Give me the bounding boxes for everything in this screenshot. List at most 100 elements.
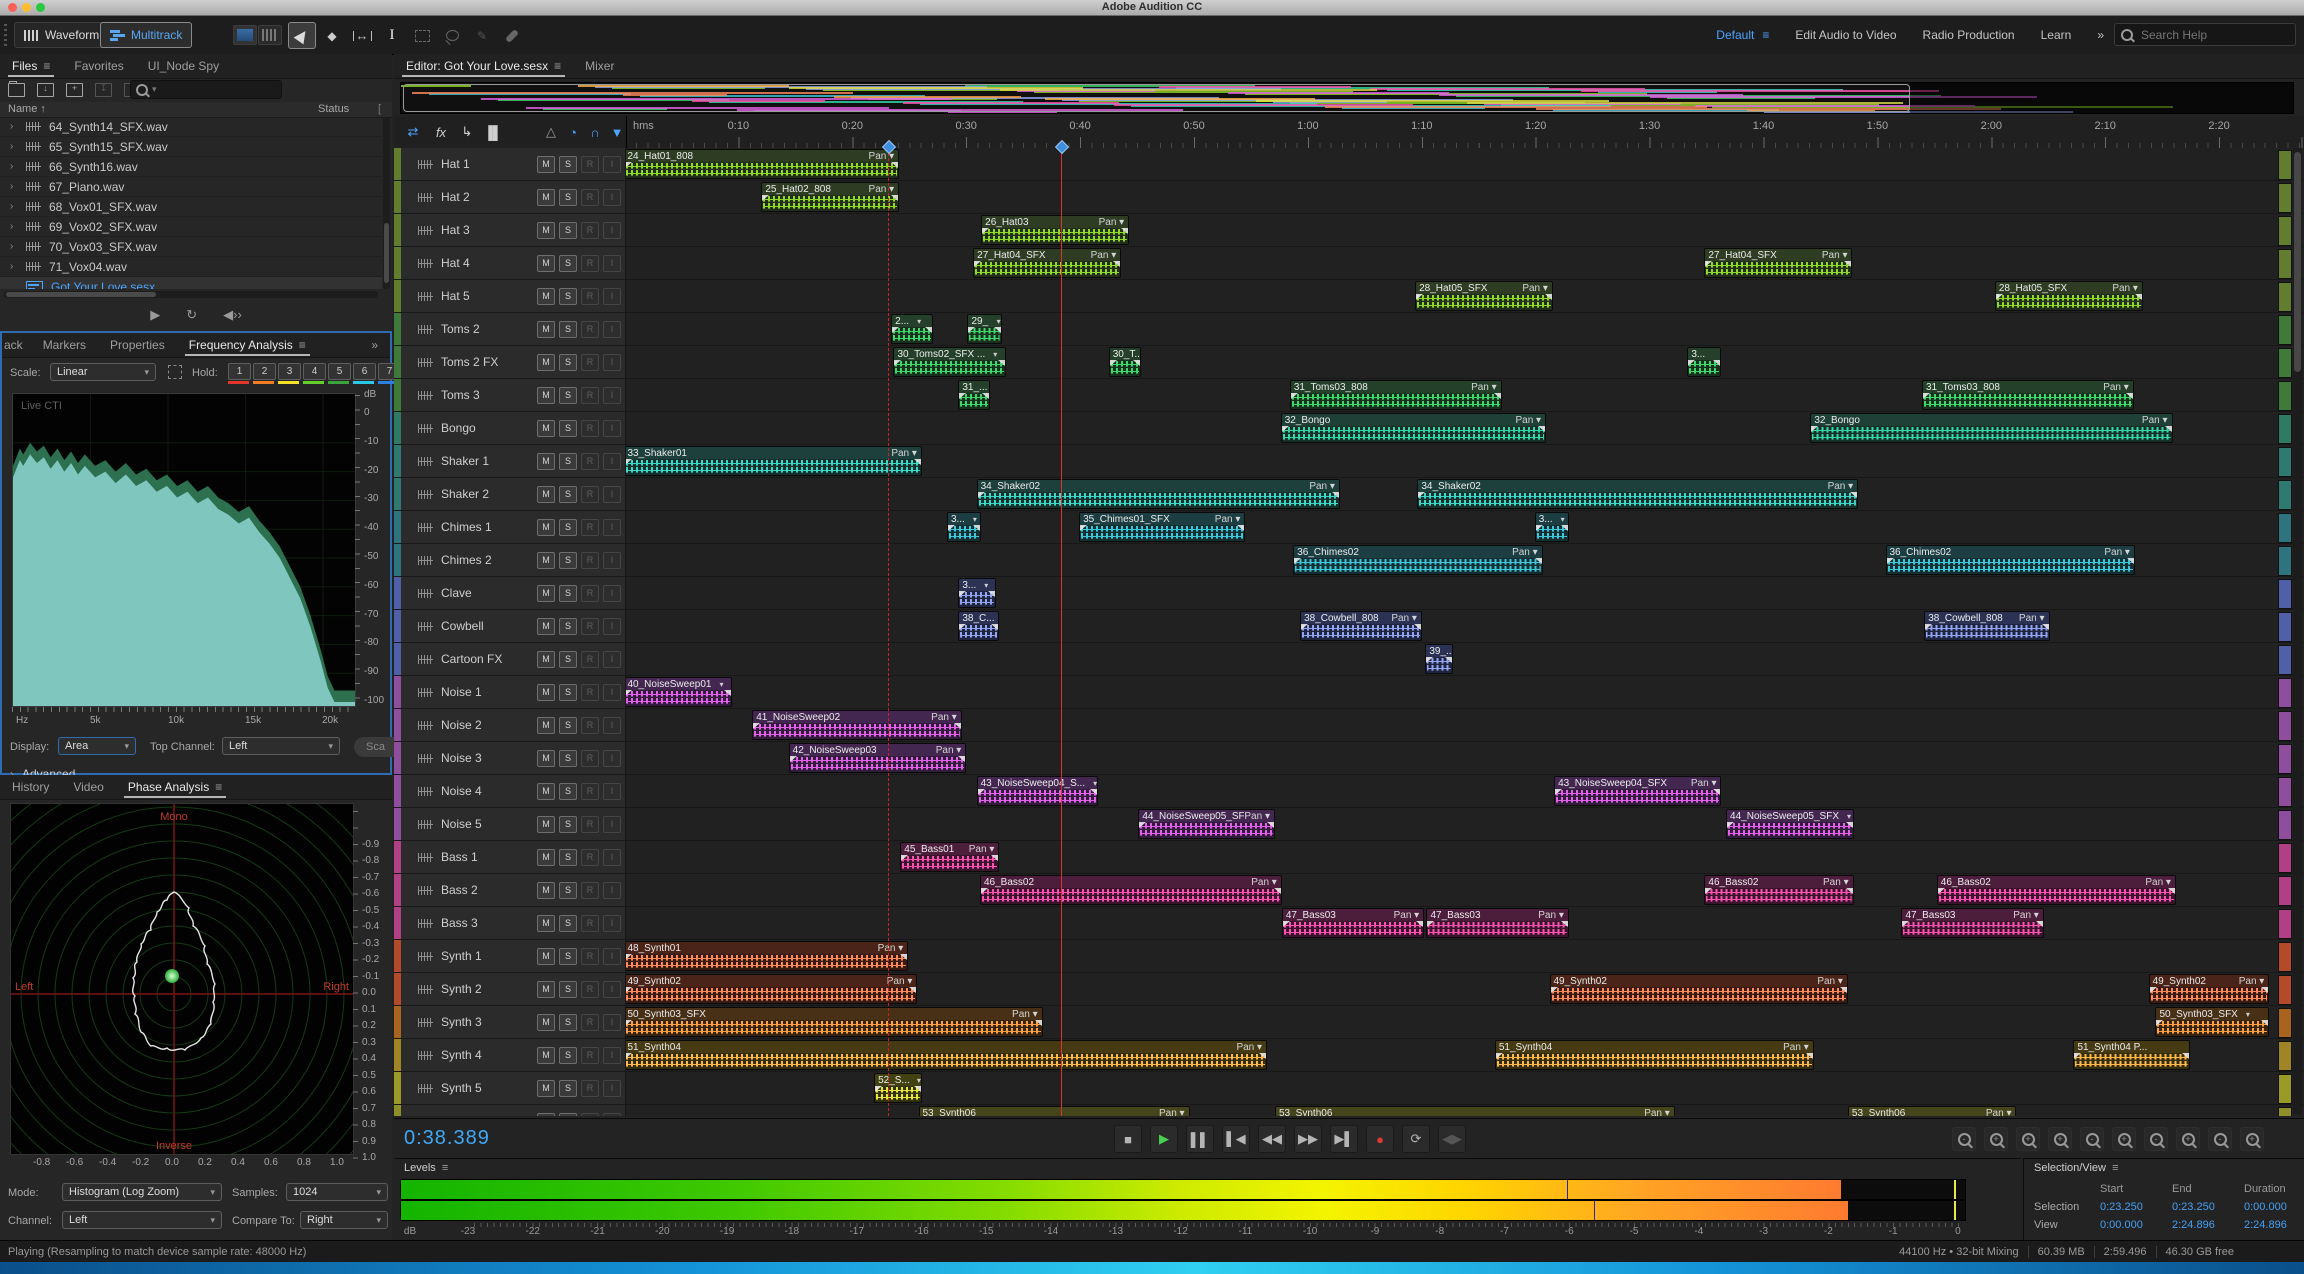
snap-magnet-icon[interactable]: ∩	[584, 123, 606, 141]
clip-pan-control[interactable]: Pan ▾	[1309, 481, 1339, 492]
toolbar-grip[interactable]	[4, 24, 7, 46]
zoom-in-horizontal-button[interactable]: +	[2112, 1127, 2136, 1151]
input-monitor-button[interactable]: I	[603, 750, 621, 767]
record-arm-button[interactable]: R	[581, 255, 599, 272]
fade-out-handle[interactable]	[2126, 393, 2133, 399]
track-lane[interactable]: 3...▾	[626, 577, 2270, 609]
fade-out-handle[interactable]	[2036, 921, 2043, 927]
solo-button[interactable]: S	[559, 1014, 577, 1031]
clip-pan-control[interactable]: Pan ▾	[1644, 1108, 1674, 1117]
open-file-icon[interactable]	[8, 83, 25, 97]
zoom-out-at-in-point-button[interactable]: -	[2080, 1127, 2104, 1151]
mode-dropdown[interactable]: Histogram (Log Zoom)▾	[62, 1183, 222, 1201]
spot-healing-brush-tool[interactable]	[498, 22, 526, 49]
audio-clip[interactable]: 33_Shaker01Pan ▾	[626, 446, 922, 476]
track-lane[interactable]: 31_...31_Toms03_808Pan ▾31_Toms03_808Pan…	[626, 379, 2270, 411]
clip-pan-control[interactable]: Pan ▾	[869, 151, 899, 162]
fade-out-handle[interactable]	[1259, 1053, 1266, 1059]
hold-button-6[interactable]: 6	[353, 363, 376, 384]
marquee-selection-tool[interactable]	[408, 22, 436, 49]
fade-out-handle[interactable]	[2135, 294, 2142, 300]
clip-pan-control[interactable]: Pan ▾	[1515, 415, 1545, 426]
move-tool[interactable]	[288, 22, 316, 49]
files-column-header[interactable]: Name ↑ Status [	[0, 102, 392, 118]
audio-clip[interactable]: 49_Synth02Pan ▾	[626, 974, 917, 1004]
record-arm-button[interactable]: R	[581, 321, 599, 338]
file-row[interactable]: ›69_Vox02_SFX.wav	[0, 217, 382, 237]
overview-view-box[interactable]	[403, 84, 1910, 112]
fade-in-handle[interactable]	[1418, 492, 1425, 498]
audio-clip[interactable]: 47_Bass03Pan ▾	[1282, 908, 1424, 938]
fade-out-handle[interactable]	[1535, 558, 1542, 564]
fade-in-handle[interactable]	[1496, 1053, 1503, 1059]
solo-button[interactable]: S	[559, 981, 577, 998]
audio-clip[interactable]: 45_Bass01Pan ▾	[900, 842, 999, 872]
move-to-next-button[interactable]: ▶▌	[1330, 1125, 1358, 1153]
mute-button[interactable]: M	[537, 1080, 555, 1097]
clip-pan-control[interactable]: Pan ▾	[1823, 877, 1853, 888]
track-color-square[interactable]	[2278, 513, 2292, 543]
track-name[interactable]: Chimes 1	[441, 520, 492, 534]
tracks-vertical-scrollbar[interactable]	[2293, 148, 2302, 1114]
fade-out-handle[interactable]	[1840, 987, 1847, 993]
workspace-radio-production[interactable]: Radio Production	[1923, 28, 2015, 42]
input-monitor-button[interactable]: I	[603, 948, 621, 965]
track-color-square[interactable]	[2278, 810, 2292, 840]
clip-pan-control[interactable]: Pan ▾	[1091, 250, 1121, 261]
skip-selection-button[interactable]: ◀▶	[1438, 1125, 1466, 1153]
record-arm-button[interactable]: R	[581, 156, 599, 173]
track-header[interactable]: Shaker 1MSRI	[394, 445, 626, 477]
track-lane[interactable]: 44_NoiseSweep05_SFXPan ▾44_NoiseSweep05_…	[626, 808, 2270, 840]
automation-read-icon[interactable]: ⇄	[402, 123, 424, 141]
track-header[interactable]: Bass 2MSRI	[394, 874, 626, 906]
mute-button[interactable]: M	[537, 1014, 555, 1031]
solo-button[interactable]: S	[559, 783, 577, 800]
input-monitor-button[interactable]: I	[603, 156, 621, 173]
frequency-graph[interactable]: Live CTI	[12, 393, 356, 707]
fade-in-handle[interactable]	[1416, 294, 1423, 300]
fade-out-handle[interactable]	[994, 327, 1001, 333]
audio-clip[interactable]: 3...	[1687, 347, 1721, 377]
zoom-out-horizontal-button[interactable]: -	[2144, 1127, 2168, 1151]
workspace-default[interactable]: Default	[1716, 28, 1754, 42]
clip-pan-control[interactable]: Pan ▾	[1783, 1042, 1813, 1053]
track-name[interactable]: Noise 4	[441, 784, 482, 798]
preview-loop-button[interactable]: ↻	[186, 307, 197, 323]
mute-button[interactable]: M	[537, 156, 555, 173]
track-name[interactable]: Hat 1	[441, 157, 470, 171]
metronome-icon[interactable]: △	[540, 123, 562, 141]
input-monitor-button[interactable]: I	[603, 585, 621, 602]
record-arm-button[interactable]: R	[581, 288, 599, 305]
audio-clip[interactable]: 51_Synth04Pan ▾	[1495, 1040, 1814, 1070]
track-name[interactable]: Toms 2 FX	[441, 355, 498, 369]
track-header[interactable]: Hat 3MSRI	[394, 214, 626, 246]
track-color-square[interactable]	[2278, 843, 2292, 873]
fade-out-handle[interactable]	[1414, 624, 1421, 630]
audio-clip[interactable]: 43_NoiseSweep04_SFXPan ▾	[1554, 776, 1721, 806]
clip-pan-control[interactable]: Pan ▾	[1391, 613, 1421, 624]
solo-button[interactable]: S	[559, 1047, 577, 1064]
input-monitor-button[interactable]: I	[603, 453, 621, 470]
clip-pan-control[interactable]: Pan ▾	[887, 976, 917, 987]
clip-pan-control[interactable]: Pan ▾	[2019, 613, 2049, 624]
track-color-square[interactable]	[2278, 612, 2292, 642]
track-color-square[interactable]	[2278, 1041, 2292, 1071]
track-color-square[interactable]	[2278, 1074, 2292, 1104]
input-monitor-button[interactable]: I	[603, 618, 621, 635]
fade-out-handle[interactable]	[2182, 1053, 2189, 1059]
tab-properties[interactable]: Properties	[98, 333, 177, 357]
track-name[interactable]: Cowbell	[441, 619, 484, 633]
playhead-line[interactable]	[1061, 148, 1062, 1116]
tab-markers[interactable]: Markers	[31, 333, 98, 357]
track-lane[interactable]: 38_C...38_Cowbell_808Pan ▾38_Cowbell_808…	[626, 610, 2270, 642]
clip-pan-control[interactable]: Pan ▾	[1817, 976, 1847, 987]
audio-clip[interactable]: 39_...	[1425, 644, 1452, 674]
zoom-out-full-button[interactable]: -	[1952, 1127, 1976, 1151]
time-display[interactable]: 0:38.389	[404, 1127, 490, 1150]
pause-button[interactable]: ▌▌	[1186, 1125, 1214, 1153]
fade-in-handle[interactable]	[1923, 393, 1930, 399]
solo-button[interactable]: S	[559, 1080, 577, 1097]
track-name[interactable]: Shaker 2	[441, 487, 489, 501]
audio-clip[interactable]: 44_NoiseSweep05_SFXPan ▾	[1138, 809, 1275, 839]
fade-in-handle[interactable]	[959, 393, 966, 399]
